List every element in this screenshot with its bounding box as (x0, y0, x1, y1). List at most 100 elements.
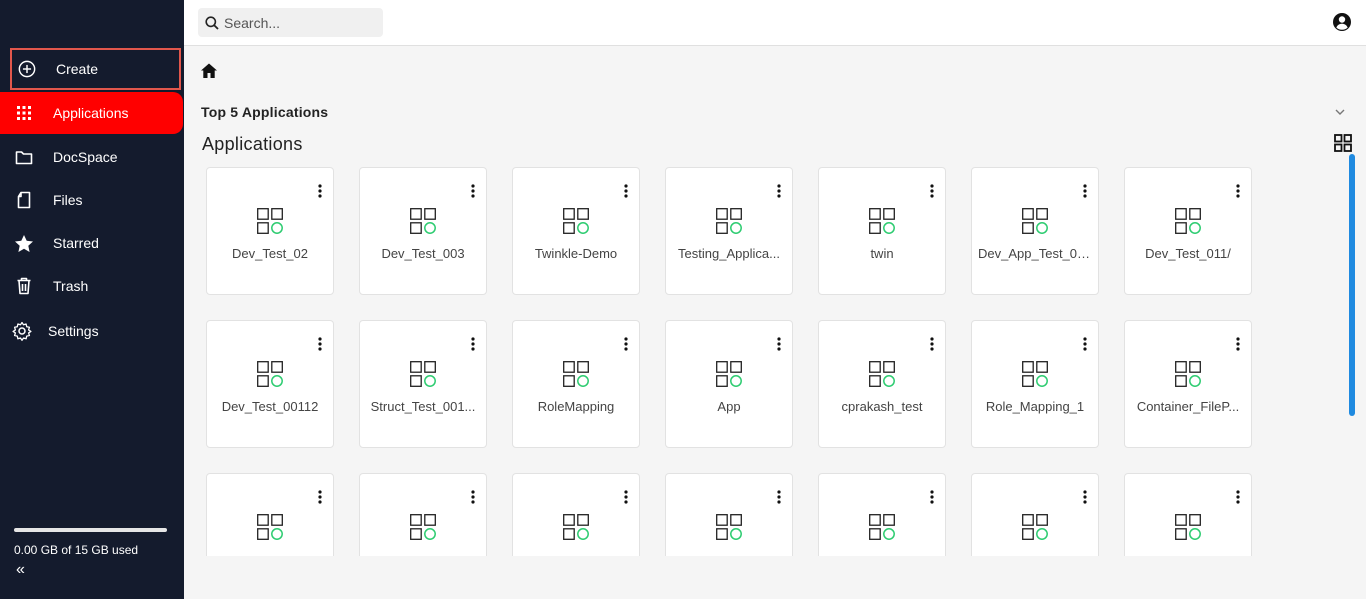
account-icon[interactable] (1332, 12, 1352, 32)
more-vertical-icon[interactable] (624, 337, 628, 351)
application-icon (410, 208, 436, 234)
more-vertical-icon[interactable] (624, 490, 628, 504)
home-icon[interactable] (200, 62, 218, 80)
more-vertical-icon[interactable] (930, 490, 934, 504)
more-vertical-icon[interactable] (1236, 490, 1240, 504)
application-icon (716, 514, 742, 540)
more-vertical-icon[interactable] (318, 490, 322, 504)
sidebar-item-label: Files (53, 192, 83, 208)
more-vertical-icon[interactable] (930, 184, 934, 198)
more-vertical-icon[interactable] (777, 184, 781, 198)
more-vertical-icon[interactable] (1083, 184, 1087, 198)
app-card[interactable]: App (665, 320, 793, 448)
app-name: Dev_App_Test_00... (978, 246, 1092, 261)
more-vertical-icon[interactable] (930, 337, 934, 351)
app-name: App (717, 399, 741, 414)
app-card[interactable] (665, 473, 793, 556)
app-name: Testing_Applica... (678, 246, 780, 261)
topbar (184, 0, 1366, 46)
app-card[interactable]: Container_FileP... (1124, 320, 1252, 448)
app-name: cprakash_test (841, 399, 923, 414)
top5-applications-header[interactable]: Top 5 Applications (201, 104, 328, 120)
app-name: Dev_Test_003 (381, 246, 465, 261)
application-icon (1175, 361, 1201, 387)
plus-circle-icon (18, 60, 36, 78)
app-name: Container_FileP... (1136, 399, 1240, 414)
app-card[interactable]: Dev_App_Test_00... (971, 167, 1099, 295)
sidebar: Create Applications DocSpace Files Starr… (0, 0, 184, 599)
application-icon (257, 361, 283, 387)
search-box (198, 8, 383, 37)
app-name: Dev_Test_011/ (1145, 246, 1231, 261)
app-name: Struct_Test_001... (370, 399, 476, 414)
more-vertical-icon[interactable] (1083, 490, 1087, 504)
application-icon (716, 208, 742, 234)
app-card[interactable]: Role_Mapping_1 (971, 320, 1099, 448)
sidebar-item-starred[interactable]: Starred (0, 222, 183, 264)
application-icon (869, 208, 895, 234)
application-icon (563, 514, 589, 540)
sidebar-item-label: Starred (53, 235, 99, 251)
sidebar-item-trash[interactable]: Trash (0, 265, 183, 307)
application-icon (1022, 208, 1048, 234)
more-vertical-icon[interactable] (1236, 337, 1240, 351)
more-vertical-icon[interactable] (624, 184, 628, 198)
app-card[interactable]: cprakash_test (818, 320, 946, 448)
gear-icon (12, 321, 32, 341)
app-card[interactable] (359, 473, 487, 556)
application-icon (1022, 514, 1048, 540)
app-name: Dev_Test_00112 (221, 399, 319, 414)
file-icon (14, 190, 34, 210)
create-button[interactable]: Create (10, 48, 181, 90)
application-icon (257, 208, 283, 234)
app-card[interactable]: Dev_Test_011/ (1124, 167, 1252, 295)
app-card[interactable] (512, 473, 640, 556)
application-icon (257, 514, 283, 540)
more-vertical-icon[interactable] (471, 490, 475, 504)
applications-grid: Dev_Test_02 Dev_Test_003 Twinkle-Demo Testi… (206, 167, 1266, 556)
more-vertical-icon[interactable] (1236, 184, 1240, 198)
sidebar-item-label: Settings (48, 323, 99, 339)
application-icon (1175, 208, 1201, 234)
app-card[interactable] (206, 473, 334, 556)
scrollbar[interactable] (1349, 154, 1355, 416)
app-card[interactable] (971, 473, 1099, 556)
application-icon (563, 361, 589, 387)
sidebar-item-label: Applications (53, 105, 129, 121)
more-vertical-icon[interactable] (318, 337, 322, 351)
application-icon (410, 361, 436, 387)
app-card[interactable] (1124, 473, 1252, 556)
page-title: Applications (202, 134, 303, 154)
trash-icon (14, 276, 34, 296)
more-vertical-icon[interactable] (777, 490, 781, 504)
app-card[interactable]: RoleMapping (512, 320, 640, 448)
collapse-sidebar-button[interactable]: « (16, 561, 25, 579)
app-card[interactable] (818, 473, 946, 556)
main-content: Top 5 Applications Applications Dev_Test… (184, 46, 1366, 599)
app-card[interactable]: Twinkle-Demo (512, 167, 640, 295)
app-name: Twinkle-Demo (534, 246, 618, 261)
app-name: Dev_Test_02 (232, 246, 308, 261)
more-vertical-icon[interactable] (1083, 337, 1087, 351)
app-card[interactable]: Dev_Test_02 (206, 167, 334, 295)
sidebar-item-settings[interactable]: Settings (0, 310, 183, 352)
application-icon (563, 208, 589, 234)
sidebar-item-applications[interactable]: Applications (0, 92, 183, 134)
more-vertical-icon[interactable] (318, 184, 322, 198)
app-card[interactable]: Dev_Test_003 (359, 167, 487, 295)
app-card[interactable]: Struct_Test_001... (359, 320, 487, 448)
search-input[interactable] (224, 14, 374, 31)
app-card[interactable]: twin (818, 167, 946, 295)
app-card[interactable]: Dev_Test_00112 (206, 320, 334, 448)
application-icon (869, 361, 895, 387)
sidebar-item-label: Trash (53, 278, 89, 294)
chevron-down-icon[interactable] (1334, 106, 1346, 118)
more-vertical-icon[interactable] (471, 337, 475, 351)
sidebar-item-docspace[interactable]: DocSpace (0, 136, 183, 178)
sidebar-item-files[interactable]: Files (0, 179, 183, 221)
folder-icon (14, 147, 34, 167)
more-vertical-icon[interactable] (471, 184, 475, 198)
app-card[interactable]: Testing_Applica... (665, 167, 793, 295)
grid-view-icon[interactable] (1334, 134, 1352, 152)
more-vertical-icon[interactable] (777, 337, 781, 351)
